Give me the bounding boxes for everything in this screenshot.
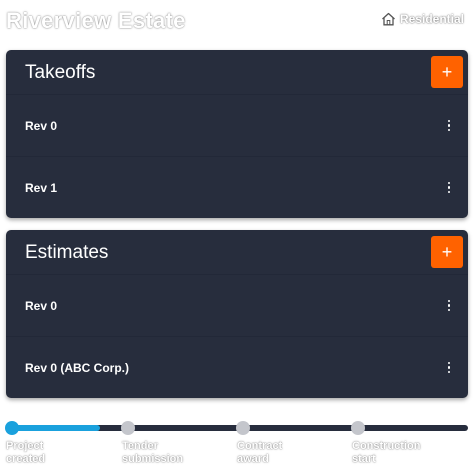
more-options-icon[interactable] [444,299,454,313]
takeoff-row-label: Rev 1 [25,180,58,195]
timeline-node-contract-award[interactable] [236,421,250,435]
timeline-node-construction-start[interactable] [351,421,365,435]
more-options-icon[interactable] [444,119,454,133]
takeoffs-card: Takeoffs + Rev 0 Rev 1 [6,50,468,218]
timeline-node-project-created[interactable] [5,421,19,435]
page-header: Riverview Estate Residential [0,0,474,44]
estimate-row[interactable]: Rev 0 (ABC Corp.) [6,336,468,398]
timeline-label: Tender submission [122,440,184,465]
takeoffs-title: Takeoffs [25,62,96,83]
project-type-label: Residential [399,12,464,26]
takeoffs-card-header: Takeoffs + [6,50,468,94]
timeline-progress [12,425,100,431]
timeline-label: Project created [6,440,46,465]
timeline-label: Contract award [237,440,283,465]
add-takeoff-button[interactable]: + [431,56,463,88]
project-timeline: Project created Tender submission Contra… [0,416,474,467]
takeoff-row-label: Rev 0 [25,118,58,133]
project-title: Riverview Estate [6,8,186,33]
estimates-card: Estimates + Rev 0 Rev 0 (ABC Corp.) [6,230,468,398]
takeoff-row[interactable]: Rev 1 [6,156,468,218]
estimates-card-header: Estimates + [6,230,468,274]
project-type-tag: Residential [381,12,464,26]
estimates-title: Estimates [25,242,109,263]
estimate-row-label: Rev 0 [25,298,58,313]
estimate-row[interactable]: Rev 0 [6,274,468,336]
home-icon [381,12,396,26]
timeline-node-tender-submission[interactable] [121,421,135,435]
more-options-icon[interactable] [444,181,454,195]
timeline-label: Construction start [352,440,421,465]
estimate-row-label: Rev 0 (ABC Corp.) [25,360,130,375]
more-options-icon[interactable] [444,361,454,375]
add-estimate-button[interactable]: + [431,236,463,268]
takeoff-row[interactable]: Rev 0 [6,94,468,156]
